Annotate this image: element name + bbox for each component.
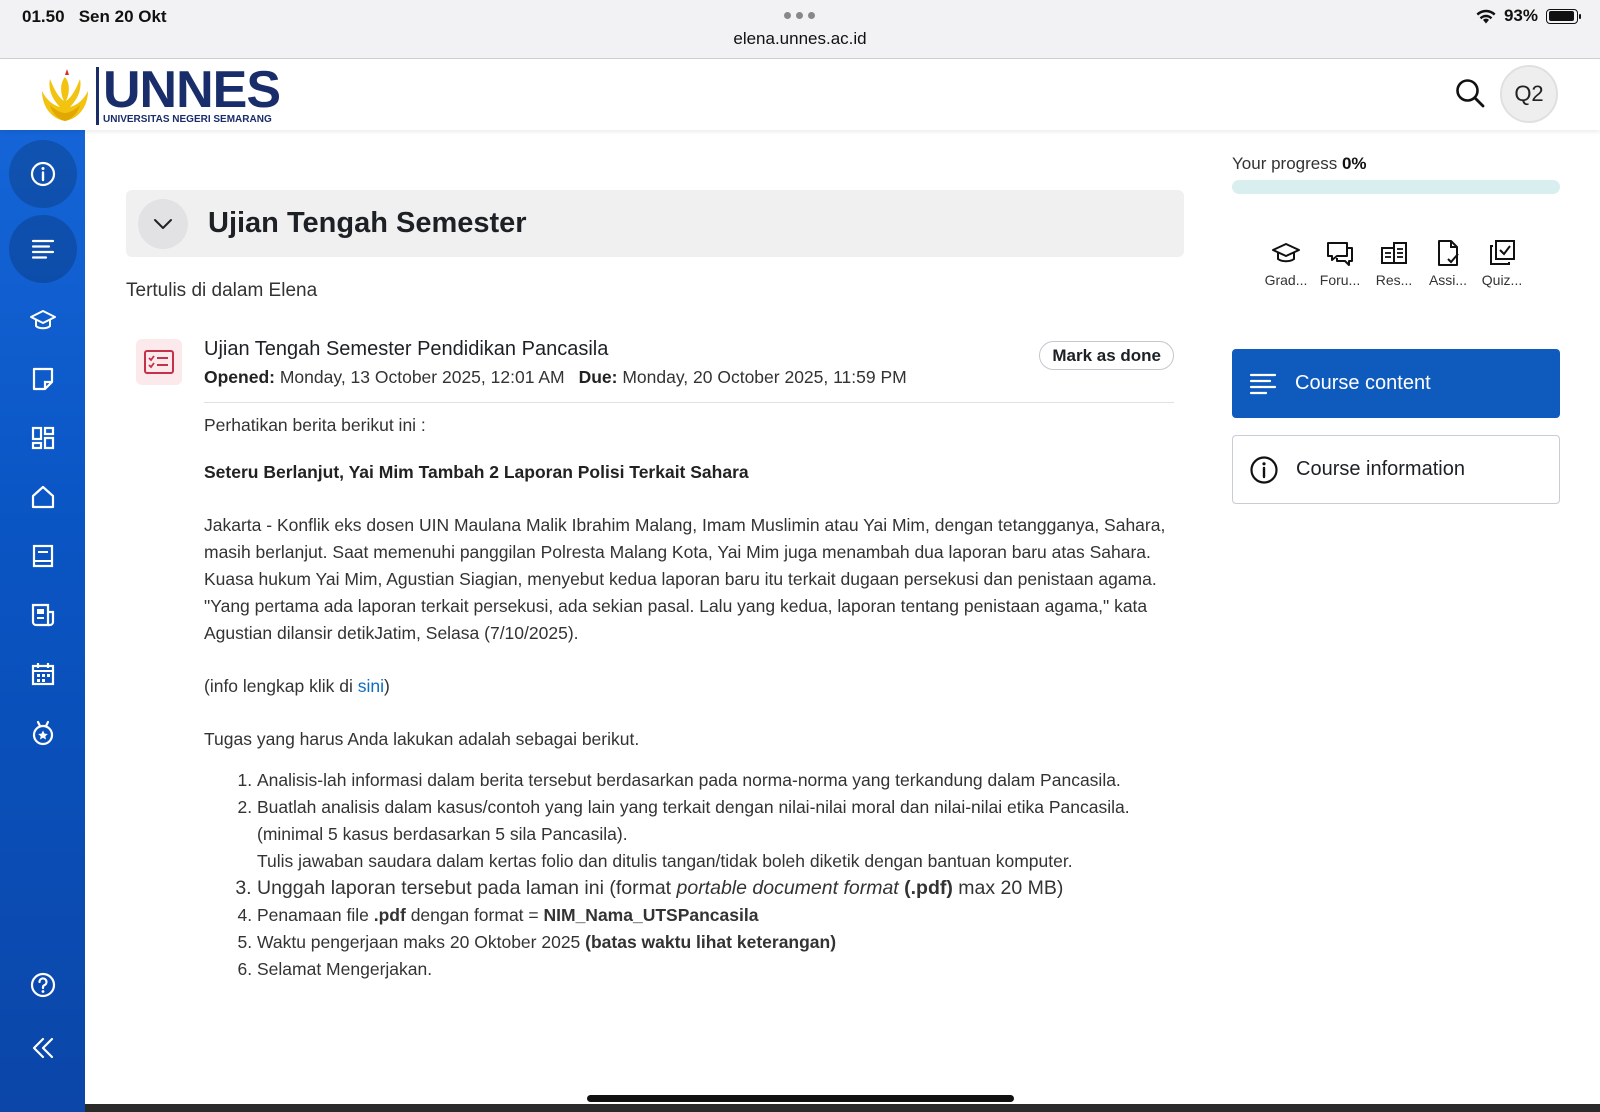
task-item: Unggah laporan tersebut pada laman ini (… — [257, 875, 1174, 902]
divider — [204, 402, 1174, 403]
rail-notes-button[interactable] — [9, 345, 77, 413]
rail-info-button[interactable] — [9, 140, 77, 208]
progress-label: Your progress 0% — [1232, 154, 1367, 173]
status-indicators: 93% — [1476, 6, 1581, 26]
rail-badges-button[interactable] — [9, 699, 77, 767]
news-body: Jakarta - Konflik eks dosen UIN Maulana … — [204, 515, 1166, 643]
section-summary: Tertulis di dalam Elena — [126, 280, 318, 301]
calendar-icon — [31, 663, 55, 686]
rail-collapse-button[interactable] — [9, 1014, 77, 1082]
help-icon — [30, 972, 56, 998]
grades-icon — [30, 310, 56, 330]
info-link[interactable]: sini — [358, 676, 384, 696]
task-item: Buatlah analisis dalam kasus/contoh yang… — [257, 794, 1174, 875]
rail-home-button[interactable] — [9, 463, 77, 531]
battery-percent: 93% — [1503, 6, 1538, 25]
logo-subtitle: UNIVERSITAS NEGERI SEMARANG — [103, 114, 272, 125]
forum-icon — [1327, 242, 1353, 266]
assignment-icon — [1438, 240, 1459, 266]
course-index-icon — [31, 239, 55, 259]
rail-help-button[interactable] — [9, 951, 77, 1019]
search-button[interactable] — [1452, 75, 1488, 111]
rail-grades-button[interactable] — [9, 286, 77, 354]
news-headline: Seteru Berlanjut, Yai Mim Tambah 2 Lapor… — [204, 462, 749, 482]
resources-icon — [1381, 242, 1407, 264]
rail-news-button[interactable] — [9, 581, 77, 649]
bottom-edge — [85, 1104, 1600, 1112]
multitask-dots-icon[interactable] — [784, 12, 815, 19]
course-index-rail — [0, 130, 85, 1112]
quick-link-forum[interactable]: Foru... — [1318, 238, 1362, 288]
info-icon — [30, 161, 56, 187]
activity-description: Perhatikan berita berikut ini : Seteru B… — [204, 412, 1174, 983]
course-content-icon — [1249, 373, 1277, 394]
rail-calendar-button[interactable] — [9, 640, 77, 708]
quiz-icon — [1490, 240, 1515, 265]
badges-icon — [32, 720, 54, 746]
task-intro: Tugas yang harus Anda lakukan adalah seb… — [204, 729, 640, 749]
task-item: Selamat Mengerjakan. — [257, 956, 1174, 983]
task-item: Waktu pengerjaan maks 20 Oktober 2025 (b… — [257, 929, 1174, 956]
description-intro: Perhatikan berita berikut ini : — [204, 415, 426, 435]
rail-book-button[interactable] — [9, 522, 77, 590]
wifi-icon — [1476, 9, 1496, 23]
assignment-icon — [136, 339, 182, 385]
course-content-button[interactable]: Course content — [1232, 349, 1560, 418]
user-avatar[interactable]: Q2 — [1500, 65, 1558, 123]
home-indicator[interactable] — [587, 1095, 1014, 1102]
notes-icon — [32, 367, 54, 391]
activity-name-link[interactable]: Ujian Tengah Semester Pendidikan Pancasi… — [204, 338, 608, 361]
section-collapse-button[interactable] — [138, 198, 188, 249]
dashboard-icon — [31, 426, 55, 450]
url-bar[interactable]: elena.unnes.ac.id — [0, 29, 1600, 49]
search-icon — [1456, 79, 1485, 108]
task-item: Penamaan file .pdf dengan format = NIM_N… — [257, 902, 1174, 929]
task-list: Analisis-lah informasi dalam berita ters… — [257, 767, 1174, 983]
unnes-emblem-icon — [42, 69, 88, 121]
rail-course-index-button[interactable] — [9, 215, 77, 283]
news-icon — [31, 603, 55, 627]
book-icon — [32, 544, 54, 568]
logo-wordmark: UNNES — [103, 61, 281, 119]
unnes-logo[interactable]: UNNES UNIVERSITAS NEGERI SEMARANG — [38, 61, 281, 125]
mark-as-done-button[interactable]: Mark as done — [1039, 341, 1174, 370]
quick-link-resources[interactable]: Res... — [1372, 238, 1416, 288]
quick-link-assignment[interactable]: Assi... — [1426, 238, 1470, 288]
info-icon — [1250, 455, 1278, 484]
battery-icon — [1546, 8, 1581, 24]
section-header: Ujian Tengah Semester — [126, 190, 1184, 257]
quick-link-quiz[interactable]: Quiz... — [1480, 238, 1524, 288]
course-information-button[interactable]: Course information — [1232, 435, 1560, 504]
progress-bar — [1232, 180, 1560, 194]
ios-status-bar: 01.50 Sen 20 Okt elena.unnes.ac.id 93% — [0, 0, 1600, 59]
chevron-down-icon — [154, 218, 172, 229]
status-time: 01.50 Sen 20 Okt — [22, 7, 167, 26]
section-title[interactable]: Ujian Tengah Semester — [208, 207, 527, 240]
quick-link-grades[interactable]: Grad... — [1264, 238, 1308, 288]
activity-dates: Opened: Monday, 13 October 2025, 12:01 A… — [204, 367, 907, 387]
grades-icon — [1272, 243, 1300, 263]
home-icon — [31, 485, 55, 509]
info-line: (info lengkap klik di sini) — [204, 676, 390, 696]
collapse-icon — [32, 1037, 54, 1059]
quick-links: Grad... Foru... Res... Assi... Quiz... — [1264, 238, 1524, 288]
rail-dashboard-button[interactable] — [9, 404, 77, 472]
task-item: Analisis-lah informasi dalam berita ters… — [257, 767, 1174, 794]
site-header: UNNES UNIVERSITAS NEGERI SEMARANG Q2 — [0, 59, 1600, 130]
